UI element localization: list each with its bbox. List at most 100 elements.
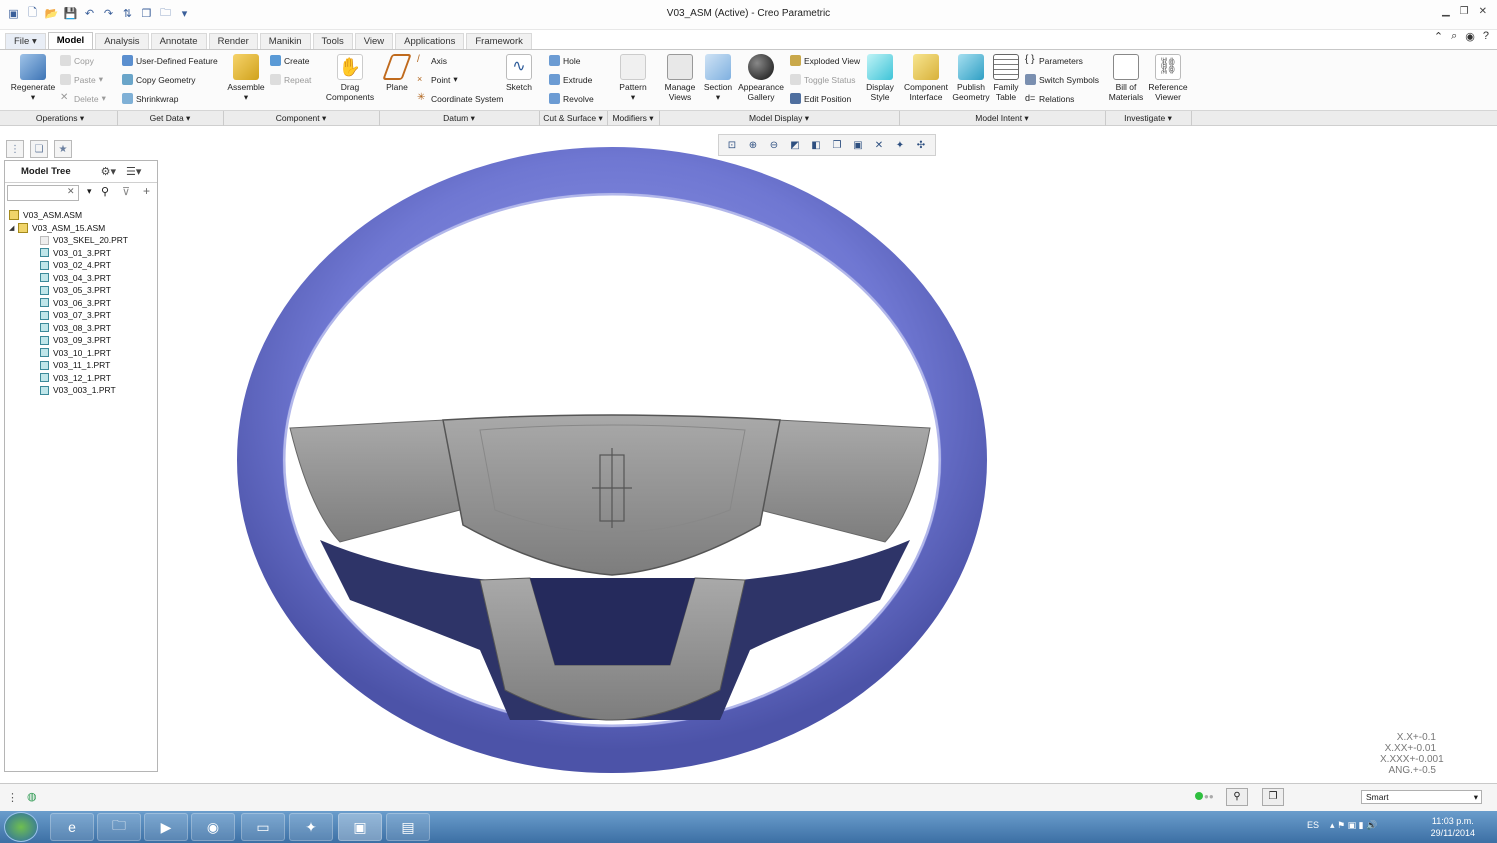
collapse-icon[interactable]: ◢ [9,224,18,232]
create-button[interactable]: Create [270,55,310,66]
group-investigate[interactable]: Investigate ▾ [1106,113,1190,124]
clear-search-icon[interactable]: ✕ [67,186,75,197]
explorer-icon[interactable]: 🗀 [97,813,141,841]
model-tree-tab-icon[interactable]: ⋮ [6,140,24,158]
tree-item-part[interactable]: V03_08_3.PRT [40,322,111,334]
display-style-button[interactable]: Display Style [864,50,896,102]
toggle-status-button[interactable]: Toggle Status [790,74,856,85]
tree-item-subassembly[interactable]: ◢ V03_ASM_15.ASM [9,222,105,234]
tab-file[interactable]: File ▾ [5,33,46,49]
tab-analysis[interactable]: Analysis [95,33,149,49]
minimize-icon[interactable]: ▁ [1442,6,1450,17]
filter-icon[interactable]: ⊽ [122,185,130,198]
show-icon[interactable]: ☰▾ [126,165,141,178]
extrude-button[interactable]: Extrude [549,74,592,85]
edit-position-button[interactable]: Edit Position [790,93,851,104]
folder-app-icon[interactable]: ▭ [241,813,285,841]
component-interface-button[interactable]: Component Interface [903,50,949,102]
tab-model[interactable]: Model [47,32,94,49]
tab-applications[interactable]: Applications [395,33,465,49]
settings-icon[interactable]: ⚙▾ [101,165,116,178]
repeat-button[interactable]: Repeat [270,74,311,85]
copy-geometry-button[interactable]: Copy Geometry [122,74,196,85]
group-datum[interactable]: Datum ▾ [380,113,538,124]
copy-button[interactable]: Copy [60,55,94,66]
group-cut-surface[interactable]: Cut & Surface ▾ [540,113,606,124]
favorites-tab-icon[interactable]: ★ [54,140,72,158]
group-model-display[interactable]: Model Display ▾ [660,113,898,124]
sketch-button[interactable]: ∿ Sketch [504,50,534,92]
browser-toggle-icon[interactable]: ◍ [27,790,37,803]
assemble-button[interactable]: Assemble ▾ [226,50,266,102]
tree-item-part[interactable]: V03_10_1.PRT [40,347,111,359]
minimize-ribbon-icon[interactable]: ⌃ [1434,30,1443,43]
search-icon[interactable]: ⌕ [1451,30,1457,43]
tab-annotate[interactable]: Annotate [150,33,207,49]
hole-button[interactable]: Hole [549,55,580,66]
tree-item-skeleton[interactable]: V03_SKEL_20.PRT [40,234,128,246]
coordinate-system-button[interactable]: ✳ Coordinate System [417,93,503,104]
search-dropdown-icon[interactable]: ▾ [87,186,92,197]
manage-views-button[interactable]: Manage Views [662,50,698,102]
powerpoint-icon[interactable]: ▤ [386,813,430,841]
navigator-toggle-icon[interactable]: ⋮ [7,791,18,804]
selection-filter-select[interactable]: Smart ▾ [1361,790,1482,804]
tab-manikin[interactable]: Manikin [259,33,311,49]
switch-symbols-button[interactable]: Switch Symbols [1025,74,1099,85]
pattern-button[interactable]: Pattern ▾ [616,50,650,102]
tree-item-root[interactable]: V03_ASM.ASM [9,209,82,221]
reference-viewer-button[interactable]: ⛓ Reference Viewer [1146,50,1190,102]
relations-button[interactable]: d= Relations [1025,93,1074,104]
add-column-icon[interactable]: + [143,184,150,198]
group-component[interactable]: Component ▾ [224,113,378,124]
publish-geometry-button[interactable]: Publish Geometry [951,50,991,102]
tree-item-part[interactable]: V03_01_3.PRT [40,247,111,259]
section-button[interactable]: Section ▾ [702,50,734,102]
tree-item-part[interactable]: V03_06_3.PRT [40,297,111,309]
family-table-button[interactable]: Family Table [992,50,1020,102]
ie-icon[interactable]: e [50,813,94,841]
help-icon[interactable]: ? [1483,30,1489,43]
clock[interactable]: 11:03 p.m. 29/11/2014 [1431,815,1475,839]
media-player-icon[interactable]: ▶ [144,813,188,841]
plane-button[interactable]: Plane [382,50,412,92]
udf-button[interactable]: User-Defined Feature [122,55,218,66]
axis-button[interactable]: / Axis [417,55,447,66]
group-get-data[interactable]: Get Data ▾ [118,113,222,124]
point-button[interactable]: × Point ▾ [417,74,458,85]
community-icon[interactable]: ◉ [1465,30,1475,43]
tree-item-part[interactable]: V03_05_3.PRT [40,284,111,296]
delete-button[interactable]: ✕ Delete ▾ [60,93,106,104]
tree-item-part[interactable]: V03_11_1.PRT [40,359,110,371]
selected-items-icon[interactable]: ❐ [1262,788,1284,806]
creo-icon[interactable]: ✦ [289,813,333,841]
paste-button[interactable]: Paste ▾ [60,74,103,85]
exploded-view-button[interactable]: Exploded View [790,55,860,66]
tray-icons[interactable]: ▴ ⚑ ▣ ▮ 🔊 [1330,820,1377,831]
tab-framework[interactable]: Framework [466,33,532,49]
tab-tools[interactable]: Tools [312,33,353,49]
tree-item-part[interactable]: V03_09_3.PRT [40,334,111,346]
tree-item-part[interactable]: V03_07_3.PRT [40,309,111,321]
start-button[interactable] [4,812,38,842]
steering-wheel-model[interactable] [160,130,1497,780]
restore-icon[interactable]: ❐ [1460,6,1469,17]
group-model-intent[interactable]: Model Intent ▾ [900,113,1104,124]
drag-components-button[interactable]: ✋ Drag Components [324,50,376,102]
bill-of-materials-button[interactable]: Bill of Materials [1106,50,1146,102]
close-icon[interactable]: ✕ [1479,6,1487,17]
graphics-area[interactable] [160,130,1497,780]
language-indicator[interactable]: ES [1307,820,1319,830]
tree-item-part[interactable]: V03_12_1.PRT [40,372,111,384]
find-icon[interactable]: ⚲ [1226,788,1248,806]
folder-browser-tab-icon[interactable]: ❏ [30,140,48,158]
appearance-gallery-button[interactable]: Appearance Gallery [737,50,785,102]
group-operations[interactable]: Operations ▾ [4,113,116,124]
group-modifiers[interactable]: Modifiers ▾ [608,113,658,124]
window-app-icon[interactable]: ▣ [338,813,382,841]
tree-item-part[interactable]: V03_003_1.PRT [40,384,116,396]
revolve-button[interactable]: Revolve [549,93,594,104]
tab-render[interactable]: Render [208,33,258,49]
chrome-icon[interactable]: ◉ [191,813,235,841]
regenerate-button[interactable]: Regenerate ▾ [8,50,58,102]
